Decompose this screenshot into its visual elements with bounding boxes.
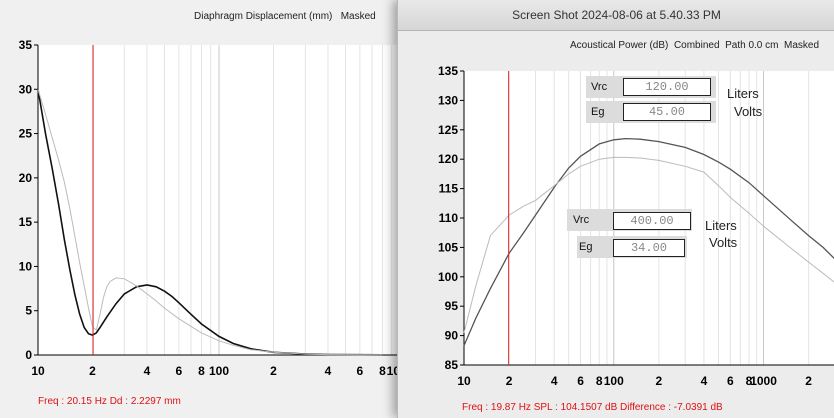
y-tick-label: 95	[445, 299, 459, 313]
unit-liters: Liters	[705, 218, 737, 233]
cursor-readout: Freq : 20.15 Hz Dd : 2.2297 mm	[38, 396, 181, 407]
x-tick-label: 8	[198, 364, 205, 378]
vrc-label: Vrc	[591, 81, 608, 93]
y-tick-label: 115	[439, 182, 459, 196]
y-tick-label: 105	[438, 240, 458, 254]
x-tick-label: 8	[596, 374, 603, 388]
cursor-readout: Freq : 19.87 Hz SPL : 104.1507 dB Differ…	[462, 402, 723, 413]
y-tick-label: 20	[19, 171, 33, 185]
x-tick-label: 4	[144, 364, 151, 378]
y-tick-label: 120	[438, 152, 458, 166]
acoustical-power-window: Screen Shot 2024-08-06 at 5.40.33 PM Aco…	[397, 0, 834, 418]
x-tick-label: 100	[209, 364, 229, 378]
y-tick-label: 15	[19, 215, 33, 229]
x-tick-label: 4	[325, 364, 332, 378]
x-tick-label: 10	[457, 374, 471, 388]
y-tick-label: 90	[445, 329, 459, 343]
vrc-label: Vrc	[573, 214, 590, 226]
y-tick-label: 135	[438, 64, 458, 78]
y-tick-label: 125	[438, 123, 458, 137]
x-tick-label: 6	[357, 364, 364, 378]
eg-row: Eg 45.00	[586, 101, 716, 123]
displacement-chart[interactable]: 0510152025303510246810024681000	[0, 0, 400, 418]
x-tick-label: 2	[270, 364, 277, 378]
x-tick-label: 4	[701, 374, 708, 388]
x-tick-label: 2	[506, 374, 513, 388]
y-tick-label: 130	[438, 93, 458, 107]
x-tick-label: 10	[31, 364, 45, 378]
eg-field[interactable]: 45.00	[623, 103, 711, 121]
x-tick-label: 2	[89, 364, 96, 378]
y-tick-label: 100	[438, 270, 458, 284]
x-tick-label: 1000	[750, 374, 777, 388]
eg-field[interactable]: 34.00	[613, 239, 685, 257]
params-box-b: Vrc 400.00 Eg 34.00	[567, 209, 692, 261]
y-tick-label: 0	[25, 348, 32, 362]
x-tick-label: 6	[727, 374, 734, 388]
y-tick-label: 30	[19, 82, 33, 96]
eg-label: Eg	[579, 241, 593, 253]
x-tick-label: 8	[379, 364, 386, 378]
x-tick-label: 2	[805, 374, 812, 388]
vrc-row: Vrc 400.00	[567, 209, 692, 231]
eg-label: Eg	[591, 106, 605, 118]
vrc-field[interactable]: 400.00	[613, 212, 691, 230]
displacement-graph-window: Diaphragm Displacement (mm) Masked 0 5 10 1…	[0, 0, 400, 418]
y-tick-label: 5	[25, 304, 32, 318]
eg-row: Eg 34.00	[577, 236, 687, 258]
unit-volts: Volts	[734, 104, 763, 119]
x-tick-label: 4	[551, 374, 558, 388]
y-tick-label: 25	[19, 127, 33, 141]
params-box-a: Vrc 120.00 Eg 45.00	[586, 76, 716, 126]
x-tick-label: 6	[176, 364, 183, 378]
x-tick-label: 6	[577, 374, 584, 388]
x-tick-label: 2	[656, 374, 663, 388]
y-tick-label: 35	[19, 38, 33, 52]
y-tick-label: 85	[445, 358, 459, 372]
vrc-field[interactable]: 120.00	[623, 78, 711, 96]
unit-volts: Volts	[709, 235, 738, 250]
vrc-row: Vrc 120.00	[586, 76, 716, 98]
unit-liters: Liters	[727, 86, 759, 101]
y-tick-label: 110	[439, 211, 459, 225]
x-tick-label: 100	[604, 374, 624, 388]
y-tick-label: 10	[19, 259, 33, 273]
